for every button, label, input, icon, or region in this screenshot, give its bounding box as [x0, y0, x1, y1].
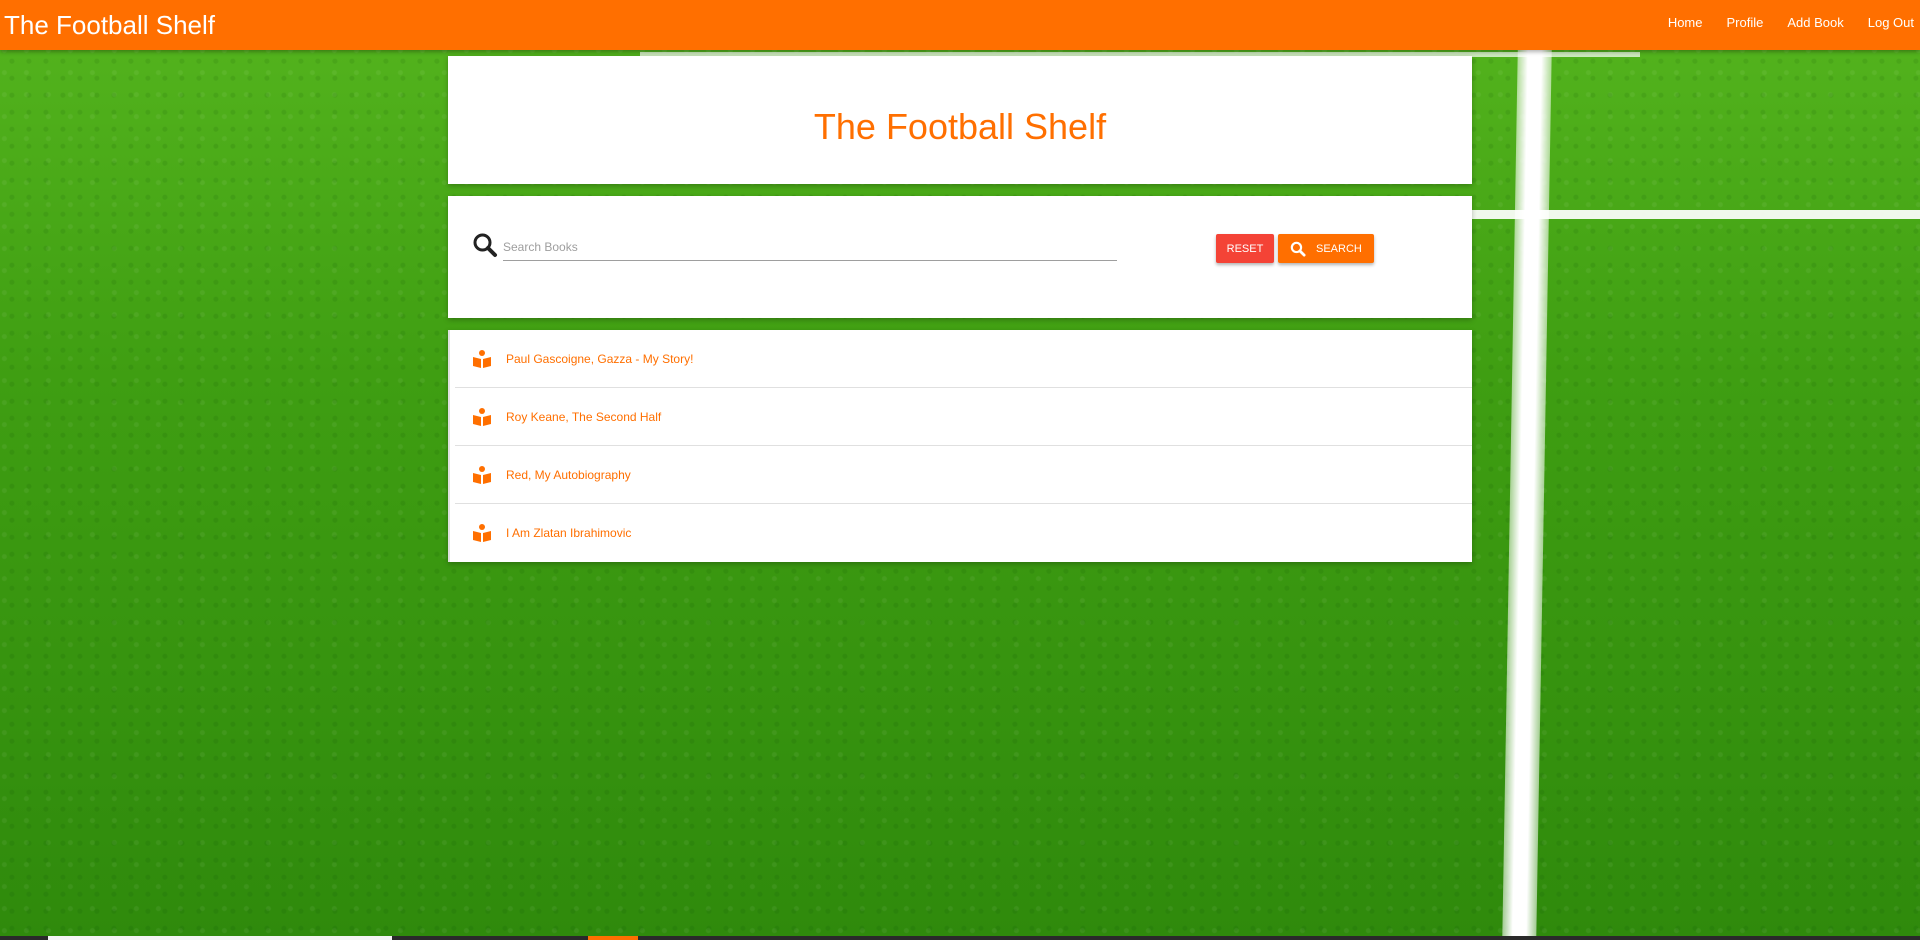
list-item[interactable]: Paul Gascoigne, Gazza - My Story!: [455, 330, 1472, 388]
nav-home[interactable]: Home: [1668, 15, 1703, 30]
list-item[interactable]: Roy Keane, The Second Half: [455, 388, 1472, 446]
brand-logo[interactable]: The Football Shelf: [4, 10, 215, 40]
bottom-strip-segment: [48, 936, 392, 940]
pitch-line: [1472, 210, 1920, 219]
nav-links: Home Profile Add Book Log Out: [1644, 15, 1914, 30]
page-title: The Football Shelf: [813, 106, 1107, 147]
book-list: Paul Gascoigne, Gazza - My Story! Roy Ke…: [448, 330, 1472, 562]
book-reader-icon: [473, 524, 491, 542]
search-icon: [473, 233, 497, 257]
book-title[interactable]: Paul Gascoigne, Gazza - My Story!: [506, 352, 693, 366]
title-card: The Football Shelf: [448, 56, 1472, 184]
search-button-label: SEARCH: [1316, 242, 1362, 255]
book-reader-icon: [473, 465, 491, 484]
bottom-strip-segment: [588, 936, 638, 940]
nav-profile[interactable]: Profile: [1727, 15, 1764, 30]
book-title[interactable]: Roy Keane, The Second Half: [506, 410, 661, 424]
list-item[interactable]: I Am Zlatan Ibrahimovic: [455, 504, 1472, 562]
reset-button[interactable]: RESET: [1216, 234, 1274, 263]
reset-button-label: RESET: [1226, 242, 1264, 255]
pitch-line: [1502, 50, 1552, 940]
nav-log-out[interactable]: Log Out: [1868, 15, 1914, 30]
book-reader-icon: [473, 407, 491, 426]
list-item[interactable]: Red, My Autobiography: [455, 446, 1472, 504]
search-icon: [1290, 241, 1306, 257]
book-title[interactable]: I Am Zlatan Ibrahimovic: [506, 526, 631, 540]
navbar: The Football Shelf Home Profile Add Book…: [0, 0, 1920, 50]
search-button[interactable]: SEARCH: [1278, 234, 1374, 263]
search-card: RESET SEARCH: [448, 196, 1472, 318]
book-reader-icon: [473, 349, 491, 368]
nav-add-book[interactable]: Add Book: [1787, 15, 1843, 30]
book-title[interactable]: Red, My Autobiography: [506, 468, 631, 482]
bottom-strip: [0, 936, 1920, 940]
search-input[interactable]: [503, 234, 1117, 261]
